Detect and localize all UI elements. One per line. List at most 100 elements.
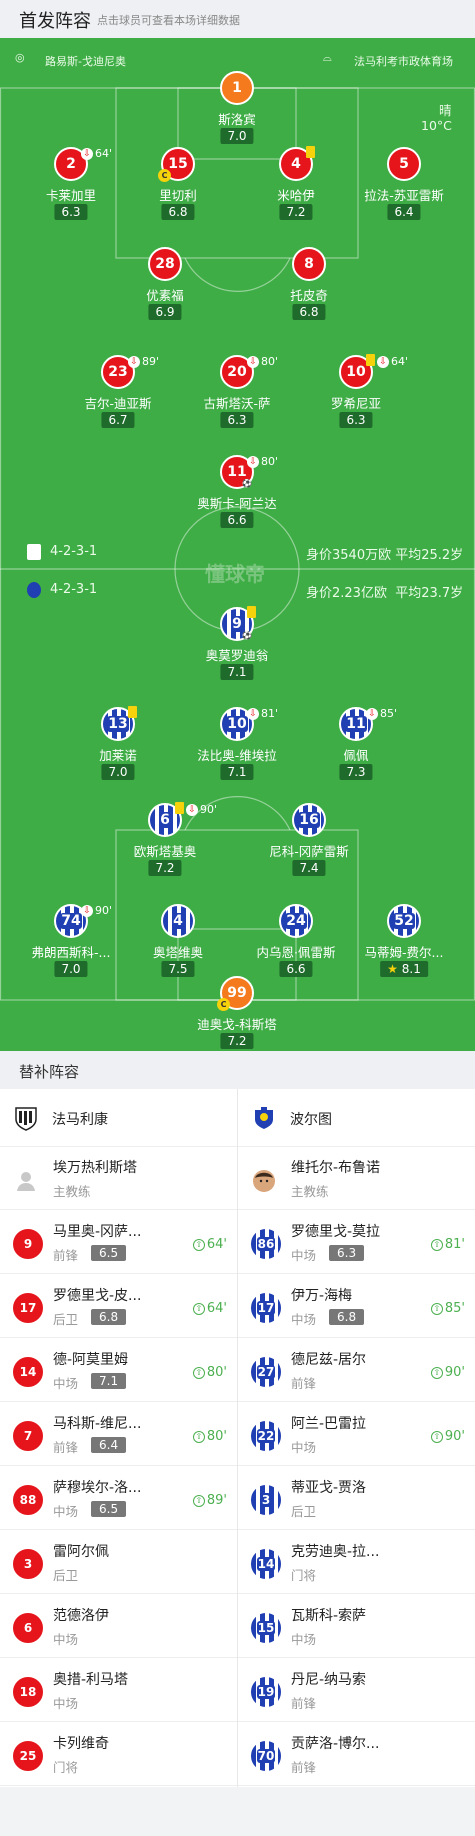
away-bench-row[interactable]: 86 罗德里戈-莫拉 中场 6.3 ⇧ 81' [238,1211,475,1274]
player-rating-value: 7.2 [155,861,175,875]
away-bench-row[interactable]: 27 德尼兹-居尔 前锋 ⇧ 90' [238,1339,475,1402]
player-marker[interactable]: 10 ⇩ 64' 罗希尼亚 6.3 [286,354,426,431]
away-team-name: 波尔图 [290,1112,332,1128]
away-bench-row[interactable]: 15 瓦斯科-索萨 中场 [238,1595,475,1658]
substitution-info: ⇩ 90' [186,803,217,816]
player-rating: 6.3 [339,412,373,428]
away-bench-row[interactable]: 19 丹尼-纳马索 前锋 [238,1659,475,1722]
jersey-number: 7 [12,1420,44,1452]
substitution-in-info: ⇧ 64' [192,1301,227,1316]
substitution-info: ⇩ 89' [128,355,159,368]
player-rating-value: 6.3 [61,205,81,219]
away-bench-row[interactable]: 17 伊万-海梅 中场 6.8 ⇧ 85' [238,1275,475,1338]
home-bench-row[interactable]: 17 罗德里戈-皮... 后卫 6.8 ⇧ 64' [0,1275,237,1338]
home-bench-row[interactable]: 14 德-阿莫里姆 中场 7.1 ⇧ 80' [0,1339,237,1402]
yellow-card-icon [128,706,137,718]
substitution-minute: 64' [206,1301,227,1316]
home-bench-row[interactable]: 25 卡列维奇 门将 [0,1723,237,1786]
yellow-card-icon [175,802,184,814]
substitution-info: ⇩ 80' [247,455,278,468]
home-bench-row[interactable]: 7 马科斯-维尼... 前锋 6.4 ⇧ 80' [0,1403,237,1466]
player-name: 罗希尼亚 [330,396,381,411]
jersey-number-text: 17 [256,1301,276,1315]
away-bench-row[interactable]: 3 蒂亚戈-贾洛 后卫 [238,1467,475,1530]
bench-player-position: 中场 [291,1632,317,1647]
bench-player-name: 丹尼-纳马索 [291,1672,367,1688]
player-marker[interactable]: 28 优素福 6.9 [95,247,235,323]
home-coach-name: 埃万热利斯塔 [53,1160,137,1176]
player-rating: 7.2 [220,1033,254,1049]
temperature-text: 10°C [421,118,452,133]
player-marker[interactable]: 6 ⇩ 90' 欧斯塔基奥 7.2 [95,802,235,879]
jersey-number: 3 [250,1484,282,1516]
jersey-number: 5 [387,147,421,181]
home-bench-row[interactable]: 9 马里奥-冈萨... 前锋 6.5 ⇧ 64' [0,1211,237,1274]
player-marker[interactable]: 11 ⚽ ⇩ 80' 奥斯卡-阿兰达 6.6 [167,455,307,531]
substitution-minute: 90' [200,803,218,816]
player-marker[interactable]: 1 斯洛宾 7.0 [167,71,307,147]
home-coach-role: 主教练 [53,1184,91,1199]
player-rating: 7.0 [220,128,254,144]
player-rating: 7.2 [279,204,313,220]
jersey-number-text: 70 [256,1749,276,1763]
player-rating: 6.4 [387,204,421,220]
player-rating: 7.1 [220,764,254,780]
player-marker[interactable]: 52 马蒂姆-费尔... ★ 8.1 [334,904,474,980]
player-marker[interactable]: 99 C 迪奥戈-科斯塔 7.2 [167,976,307,1051]
substitution-in-info: ⇧ 90' [430,1365,465,1380]
substitution-in-icon: ⇧ [192,1302,205,1315]
captain-badge: C [217,998,230,1011]
captain-badge: C [158,169,171,182]
jersey-number-text: 11 [345,716,367,732]
player-marker[interactable]: 9 ⚽ 奥莫罗迪翁 7.1 [167,606,307,683]
home-bench-row[interactable]: 88 萨穆埃尔-洛... 中场 6.5 ⇧ 89' [0,1467,237,1530]
jersey-number: 1 [220,71,254,105]
famalicao-logo-icon [15,1107,37,1131]
home-bench-row[interactable]: 6 范德洛伊 中场 [0,1595,237,1658]
goal-ball-icon: ⚽ [242,479,252,488]
stadium-icon: ⌓ [323,51,332,64]
substitution-in-icon: ⇧ [430,1238,443,1251]
jersey-number: 6 [12,1612,44,1644]
player-marker[interactable]: 16 尼科-冈萨雷斯 7.4 [239,803,379,879]
home-coach-row[interactable]: 埃万热利斯塔 主教练 [0,1147,237,1210]
porto-logo-icon [255,1107,273,1129]
player-name: 优素福 [146,288,184,303]
player-rating: 7.0 [54,961,88,977]
player-rating-value: 6.8 [299,305,319,319]
away-bench-row[interactable]: 14 克劳迪奥-拉... 门将 [238,1531,475,1594]
away-bench-row[interactable]: 70 贡萨洛-博尔... 前锋 [238,1723,475,1786]
weather-text: 晴 [439,103,452,118]
jersey-number: 17 [12,1292,44,1324]
bench-player-position: 中场 [291,1312,317,1327]
player-marker[interactable]: 8 托皮奇 6.8 [239,247,379,323]
bench-player-position: 后卫 [53,1568,79,1583]
whistle-icon: ◎ [15,51,25,64]
home-team-logo-icon [27,544,41,560]
jersey-number: 17 [250,1292,282,1324]
away-coach-row[interactable]: 维托尔-布鲁诺 主教练 [238,1147,475,1210]
home-bench-row[interactable]: 3 雷阿尔佩 后卫 [0,1531,237,1594]
bench-player-name: 蒂亚戈-贾洛 [291,1480,367,1496]
jersey-number: 4 [161,904,195,938]
substitution-in-info: ⇧ 90' [430,1429,465,1444]
player-marker[interactable]: 11 ⇩ 85' 佩佩 7.3 [286,707,426,783]
jersey-number: 9 [12,1228,44,1260]
bench-player-name: 瓦斯科-索萨 [291,1608,367,1624]
player-name: 欧斯塔基奥 [133,844,197,859]
jersey-number-text: 6 [159,812,171,828]
bench-player-position: 中场 [53,1696,79,1711]
bench-player-rating: 7.1 [91,1373,127,1389]
bench-list: 法马利康 波尔图 埃万热利斯塔 主教练 维托尔-布鲁诺 主教练 9 马里奥-冈萨.… [0,1089,475,1787]
stadium-name: 法马利考市政体育场 [354,55,453,68]
jersey-number: 14 [250,1548,282,1580]
player-name: 拉法-苏亚雷斯 [364,188,444,203]
jersey-number-text: 74 [60,913,82,929]
substitution-in-icon: ⇧ [430,1302,443,1315]
home-bench-row[interactable]: 18 奥措-利马塔 中场 [0,1659,237,1722]
player-marker[interactable]: 5 拉法-苏亚雷斯 6.4 [334,147,474,223]
jersey-number: 25 [12,1740,44,1772]
player-rating-value: 7.4 [299,861,319,875]
bench-header: 替补阵容 [0,1051,475,1089]
away-bench-row[interactable]: 22 阿兰-巴雷拉 中场 ⇧ 90' [238,1403,475,1466]
